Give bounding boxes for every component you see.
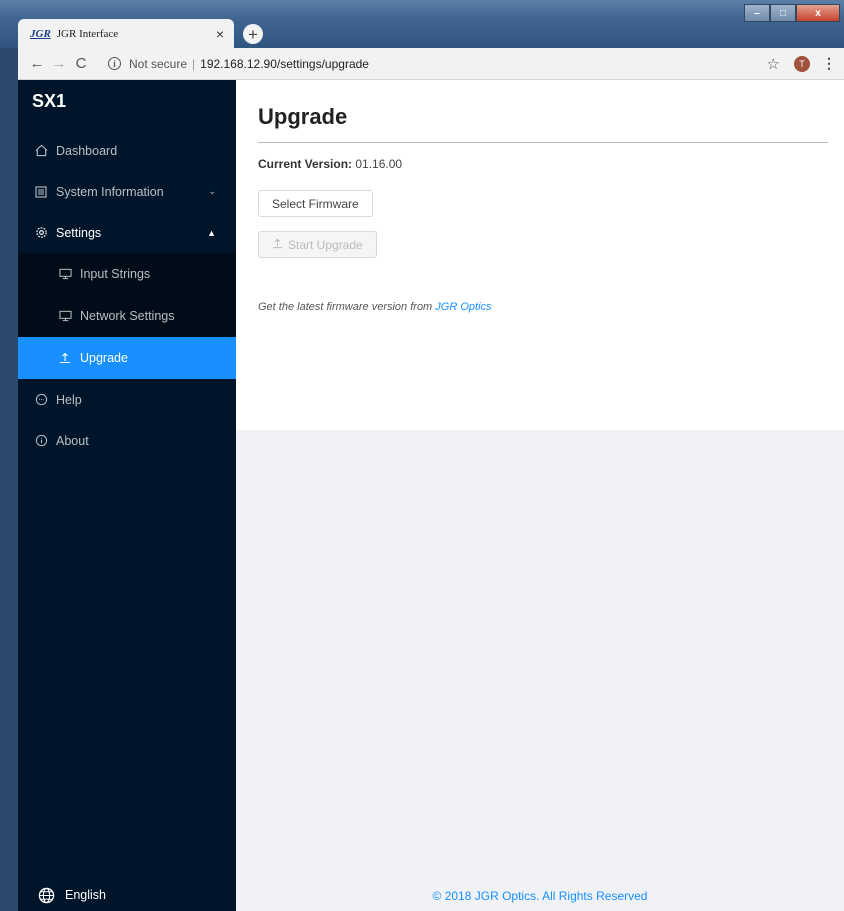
not-secure-label[interactable]: Not secure	[129, 57, 187, 71]
close-window-icon[interactable]: x	[796, 4, 840, 22]
info-icon	[34, 434, 48, 447]
sidebar-item-label: Network Settings	[80, 309, 175, 323]
maximize-icon[interactable]: □	[770, 4, 796, 22]
firmware-hint: Get the latest firmware version from JGR…	[258, 301, 828, 313]
upload-icon	[272, 238, 283, 252]
forward-arrow-icon[interactable]: →	[48, 55, 70, 72]
reload-icon[interactable]: C	[70, 55, 92, 72]
window-titlebar: JGR JGR Interface × + – □ x	[0, 0, 844, 48]
language-selector[interactable]: English	[18, 879, 236, 911]
sidebar-item-network-settings[interactable]: Network Settings	[18, 295, 236, 337]
sidebar-item-upgrade[interactable]: Upgrade	[18, 337, 236, 379]
site-info-icon[interactable]: i	[108, 57, 121, 70]
back-arrow-icon[interactable]: ←	[26, 55, 48, 72]
document-icon	[34, 185, 48, 198]
minimize-icon[interactable]: –	[744, 4, 770, 22]
bookmark-star-icon[interactable]: ☆	[767, 55, 780, 73]
sidebar-item-label: Dashboard	[56, 143, 118, 158]
sidebar-item-system-information[interactable]: System Information ⌄	[18, 171, 236, 212]
tab-title: JGR Interface	[56, 27, 119, 40]
sidebar-item-input-strings[interactable]: Input Strings	[18, 253, 236, 295]
hint-text: Get the latest firmware version from	[258, 301, 436, 313]
sidebar-item-label: Settings	[56, 225, 102, 240]
tab-close-icon[interactable]: ×	[216, 26, 224, 42]
sidebar-item-label: Help	[56, 392, 82, 407]
sidebar-item-label: System Information	[56, 184, 164, 199]
url-input[interactable]: 192.168.12.90/settings/upgrade	[200, 57, 369, 71]
sidebar-item-label: Input Strings	[80, 267, 151, 281]
page-title: Upgrade	[258, 104, 828, 143]
sidebar-item-dashboard[interactable]: Dashboard	[18, 130, 236, 171]
select-firmware-button[interactable]: Select Firmware	[258, 190, 373, 217]
start-upgrade-label: Start Upgrade	[288, 237, 363, 252]
window-controls: – □ x	[744, 4, 840, 22]
monitor-icon	[58, 310, 72, 322]
sidebar-item-help[interactable]: Help	[18, 379, 236, 420]
message-icon	[34, 393, 48, 406]
settings-submenu: Input Strings Network Settings Upgrade	[18, 253, 236, 379]
version-value: 01.16.00	[355, 157, 403, 171]
current-version: Current Version: 01.16.00	[258, 157, 828, 171]
language-label: English	[65, 888, 106, 902]
address-bar: ← → C i Not secure | 192.168.12.90/setti…	[18, 48, 844, 80]
upgrade-panel: Upgrade Current Version: 01.16.00 Select…	[236, 80, 844, 430]
sidebar: SX1 Dashboard System Information ⌄ Setti…	[18, 80, 236, 911]
browser-tab[interactable]: JGR JGR Interface ×	[18, 19, 234, 48]
sidebar-item-label: Upgrade	[80, 351, 128, 365]
browser-menu-icon[interactable]: ⋮	[822, 55, 836, 72]
sidebar-item-about[interactable]: About	[18, 420, 236, 461]
globe-icon	[38, 887, 55, 904]
footer-copyright: © 2018 JGR Optics. All Rights Reserved	[432, 889, 648, 903]
main-content: Upgrade Current Version: 01.16.00 Select…	[236, 80, 844, 911]
new-tab-button[interactable]: +	[243, 24, 263, 44]
sidebar-item-settings[interactable]: Settings ▲	[18, 212, 236, 253]
jgr-optics-link[interactable]: JGR Optics	[435, 301, 491, 313]
chevron-down-icon: ⌄	[208, 186, 216, 196]
app-layout: SX1 Dashboard System Information ⌄ Setti…	[18, 80, 844, 911]
upload-icon	[58, 352, 72, 364]
brand-logo[interactable]: SX1	[18, 80, 236, 130]
gear-icon	[34, 226, 48, 239]
chevron-up-icon: ▲	[207, 227, 216, 238]
home-icon	[34, 144, 48, 157]
monitor-icon	[58, 268, 72, 280]
version-label: Current Version:	[258, 157, 353, 171]
url-separator: |	[192, 56, 196, 71]
start-upgrade-button[interactable]: Start Upgrade	[258, 231, 377, 258]
sidebar-item-label: About	[56, 433, 89, 448]
profile-avatar[interactable]: T	[794, 55, 810, 72]
tab-favicon: JGR	[30, 27, 51, 40]
